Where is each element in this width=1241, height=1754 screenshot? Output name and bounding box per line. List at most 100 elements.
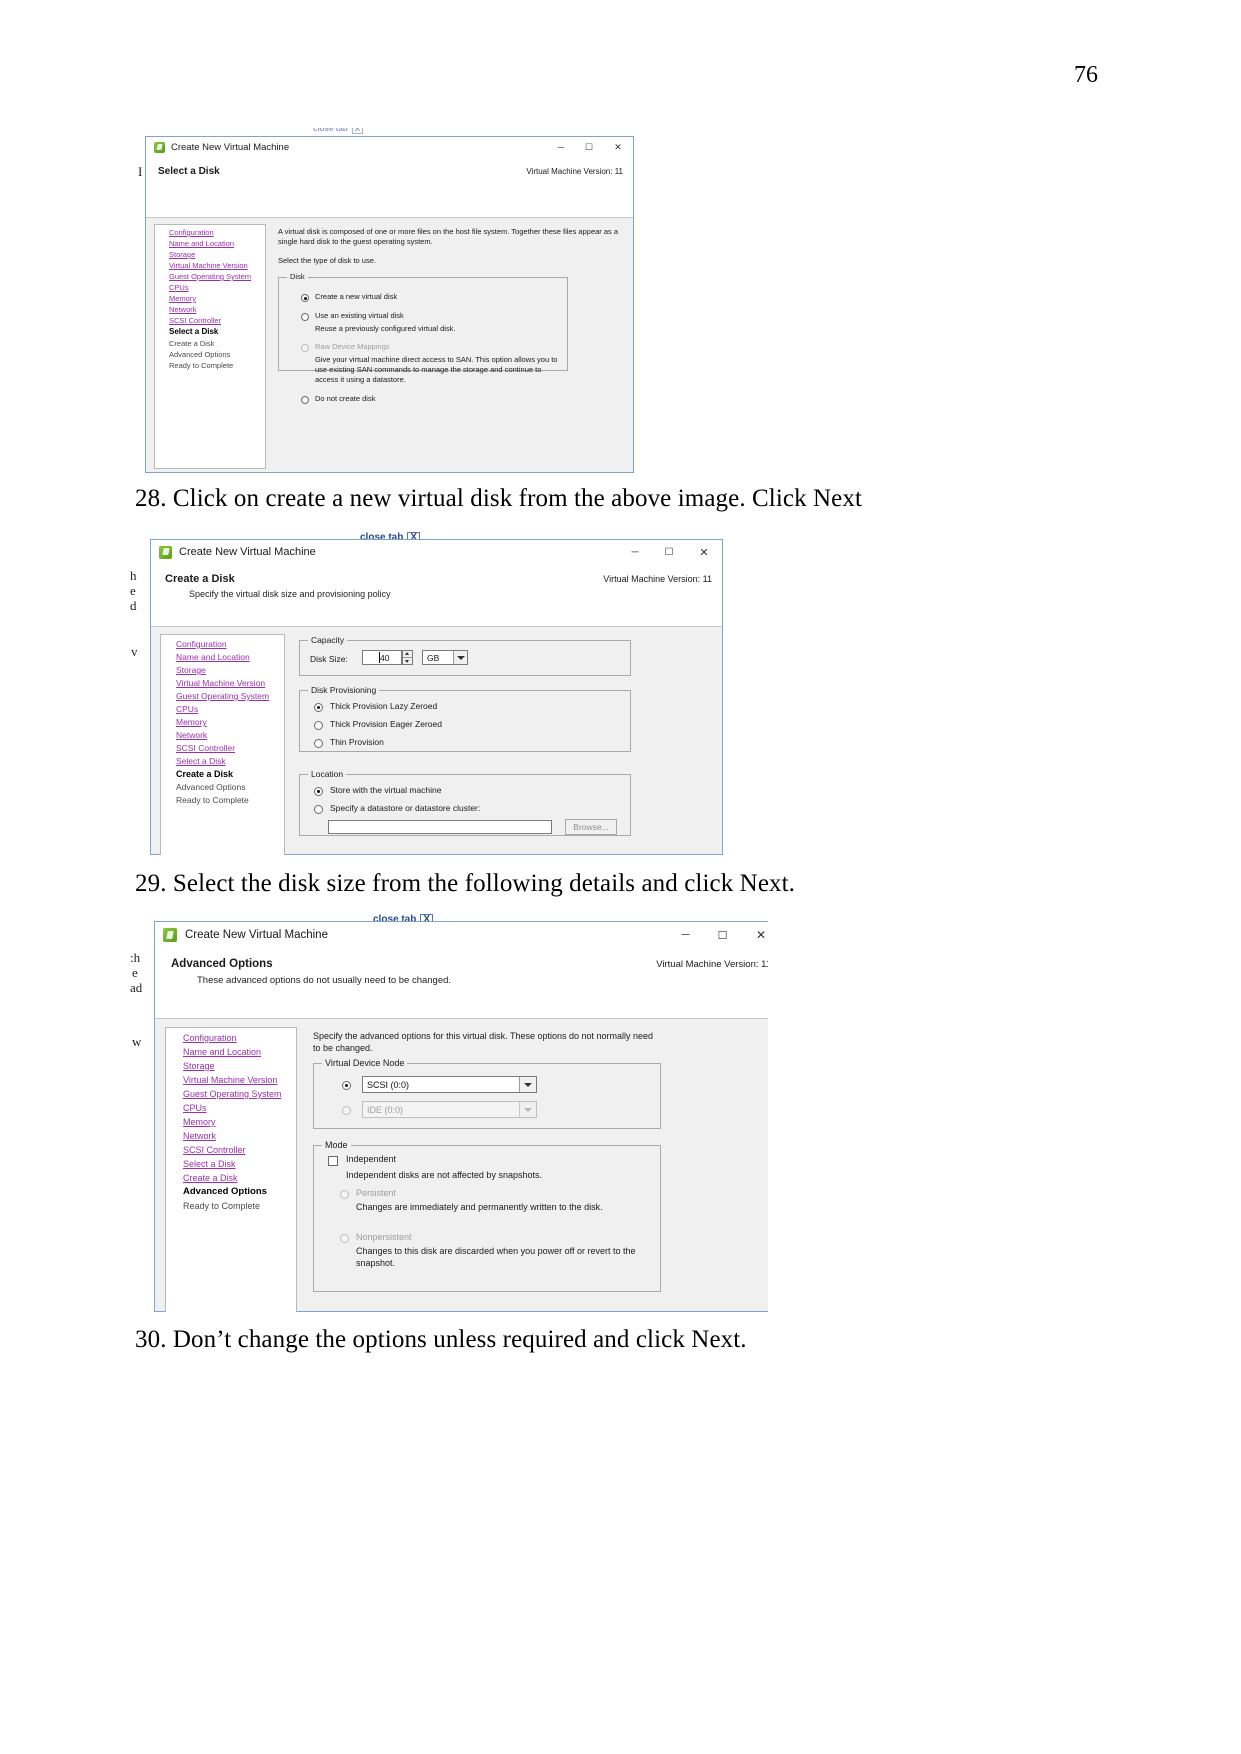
sidebar3-item-advanced-options[interactable]: Advanced Options <box>183 1186 267 1197</box>
sidebar2-item-network[interactable]: Network <box>176 730 207 740</box>
sidebar2-item-ready-to-complete[interactable]: Ready to Complete <box>176 795 249 805</box>
sidebar2-item-storage[interactable]: Storage <box>176 665 206 675</box>
sidebar-item-advanced-options[interactable]: Advanced Options <box>169 350 230 359</box>
close-tab-box: X <box>351 128 364 134</box>
sidebar-item-cpus[interactable]: CPUs <box>169 283 189 292</box>
sidebar-item-scsi-controller[interactable]: SCSI Controller <box>169 316 221 325</box>
radio-do-not-create-disk[interactable] <box>301 396 309 404</box>
minimize-button[interactable]: ─ <box>547 137 575 157</box>
radio-raw-device-mappings[interactable] <box>301 344 309 352</box>
header-version-2: Virtual Machine Version: 11 <box>603 574 712 584</box>
sidebar2-item-memory[interactable]: Memory <box>176 717 207 727</box>
radio-thin-provision[interactable] <box>314 739 323 748</box>
sidebar3-item-virtual-machine-version[interactable]: Virtual Machine Version <box>183 1075 277 1085</box>
sidebar2-item-advanced-options[interactable]: Advanced Options <box>176 782 245 792</box>
radio-thick-eager-zeroed[interactable] <box>314 721 323 730</box>
wizard-sidebar-3: Configuration Name and Location Storage … <box>165 1027 297 1312</box>
header-title: Select a Disk <box>158 166 220 177</box>
sidebar-item-network[interactable]: Network <box>169 305 197 314</box>
sidebar-item-name-and-location[interactable]: Name and Location <box>169 239 234 248</box>
header-title-2: Create a Disk <box>165 573 235 585</box>
sidebar3-item-select-a-disk[interactable]: Select a Disk <box>183 1159 236 1169</box>
maximize-button[interactable]: ☐ <box>575 137 603 157</box>
label-persistent: Persistent <box>356 1188 397 1198</box>
radio-ide-node[interactable] <box>342 1106 351 1115</box>
ide-node-value: IDE (0:0) <box>367 1105 404 1115</box>
sidebar2-item-select-a-disk[interactable]: Select a Disk <box>176 756 226 766</box>
capacity-group: Capacity Disk Size: 40 GB <box>299 635 631 676</box>
sidebar-item-select-a-disk[interactable]: Select a Disk <box>169 327 218 336</box>
sidebar3-item-name-and-location[interactable]: Name and Location <box>183 1047 261 1057</box>
disk-size-stepper[interactable] <box>402 650 413 665</box>
desc-raw-device-mappings-line2: use existing SAN commands to manage the … <box>315 365 542 374</box>
sidebar3-item-cpus[interactable]: CPUs <box>183 1103 207 1113</box>
close-button[interactable]: ✕ <box>603 137 633 157</box>
virtual-device-node-group: Virtual Device Node SCSI (0:0) IDE (0:0) <box>313 1058 661 1129</box>
sidebar2-item-name-and-location[interactable]: Name and Location <box>176 652 250 662</box>
radio-store-with-vm[interactable] <box>314 787 323 796</box>
sidebar2-item-virtual-machine-version[interactable]: Virtual Machine Version <box>176 678 265 688</box>
note-independent: Independent disks are not affected by sn… <box>346 1170 542 1180</box>
sidebar3-item-configuration[interactable]: Configuration <box>183 1033 237 1043</box>
sidebar2-item-create-a-disk[interactable]: Create a Disk <box>176 769 233 779</box>
radio-nonpersistent[interactable] <box>340 1234 349 1243</box>
header-title-3: Advanced Options <box>171 958 273 970</box>
stepper-up-icon[interactable] <box>403 651 412 658</box>
unit-dropdown-arrow-icon[interactable] <box>453 651 467 664</box>
radio-use-existing-virtual-disk[interactable] <box>301 313 309 321</box>
radio-thick-lazy-zeroed[interactable] <box>314 703 323 712</box>
sidebar2-item-cpus[interactable]: CPUs <box>176 704 198 714</box>
checkbox-independent[interactable] <box>328 1156 338 1166</box>
disk-provisioning-group: Disk Provisioning Thick Provision Lazy Z… <box>299 685 631 752</box>
sidebar3-item-network[interactable]: Network <box>183 1131 216 1141</box>
radio-specify-datastore[interactable] <box>314 805 323 814</box>
margin-note-v: v <box>131 644 138 659</box>
radio-scsi-node[interactable] <box>342 1081 351 1090</box>
sidebar-item-storage[interactable]: Storage <box>169 250 195 259</box>
vmware-app-icon-2 <box>159 545 172 559</box>
disk-size-value: 40 <box>380 653 390 663</box>
stepper-down-icon[interactable] <box>403 658 412 664</box>
close-button-2[interactable]: ✕ <box>686 540 722 564</box>
minimize-button-3[interactable]: ─ <box>667 922 704 948</box>
radio-persistent[interactable] <box>340 1190 349 1199</box>
radio-create-new-virtual-disk[interactable] <box>301 294 309 302</box>
sidebar3-item-guest-operating-system[interactable]: Guest Operating System <box>183 1089 282 1099</box>
scsi-dropdown-arrow-icon[interactable] <box>519 1077 536 1092</box>
header-sub-3: These advanced options do not usually ne… <box>197 975 452 986</box>
sidebar-item-guest-operating-system[interactable]: Guest Operating System <box>169 272 251 281</box>
sidebar3-item-scsi-controller[interactable]: SCSI Controller <box>183 1145 246 1155</box>
sidebar3-item-ready-to-complete[interactable]: Ready to Complete <box>183 1201 260 1211</box>
titlebar-2: Create New Virtual Machine ─ ☐ ✕ <box>151 540 722 564</box>
minimize-button-2[interactable]: ─ <box>618 540 652 564</box>
sidebar3-item-memory[interactable]: Memory <box>183 1117 216 1127</box>
sidebar3-item-create-a-disk[interactable]: Create a Disk <box>183 1173 238 1183</box>
close-button-3[interactable]: ✕ <box>741 922 768 948</box>
maximize-button-3[interactable]: ☐ <box>704 922 741 948</box>
screenshot-advanced-options: close tab X Create New Virtual Machine ─ … <box>128 912 768 1312</box>
scsi-node-value: SCSI (0:0) <box>367 1080 410 1090</box>
sidebar-item-ready-to-complete[interactable]: Ready to Complete <box>169 361 233 370</box>
header-sub-2: Specify the virtual disk size and provis… <box>189 589 391 599</box>
maximize-button-2[interactable]: ☐ <box>652 540 686 564</box>
advanced-intro-line-2: to be changed. <box>313 1043 373 1053</box>
window-controls-3: ─ ☐ ✕ <box>667 922 768 948</box>
margin-note-h: h <box>130 568 137 583</box>
sidebar3-item-storage[interactable]: Storage <box>183 1061 215 1071</box>
sidebar-item-configuration[interactable]: Configuration <box>169 228 214 237</box>
sidebar-item-virtual-machine-version[interactable]: Virtual Machine Version <box>169 261 248 270</box>
sidebar-item-memory[interactable]: Memory <box>169 294 196 303</box>
caption-29: 29. Select the disk size from the follow… <box>135 870 796 897</box>
sidebar2-item-scsi-controller[interactable]: SCSI Controller <box>176 743 235 753</box>
datastore-path-input[interactable] <box>328 820 552 834</box>
sidebar2-item-configuration[interactable]: Configuration <box>176 639 227 649</box>
mode-legend: Mode <box>322 1140 351 1150</box>
sidebar-item-create-a-disk[interactable]: Create a Disk <box>169 339 214 348</box>
browse-button[interactable]: Browse... <box>565 819 617 835</box>
desc-raw-device-mappings-line3: access it using a datastore. <box>315 375 406 384</box>
desc-nonpersistent-line1: Changes to this disk are discarded when … <box>356 1246 636 1256</box>
label-independent: Independent <box>346 1154 397 1164</box>
sidebar2-item-guest-operating-system[interactable]: Guest Operating System <box>176 691 269 701</box>
dialog-body-2: Configuration Name and Location Storage … <box>151 626 722 855</box>
ide-dropdown-arrow-icon[interactable] <box>519 1102 536 1117</box>
